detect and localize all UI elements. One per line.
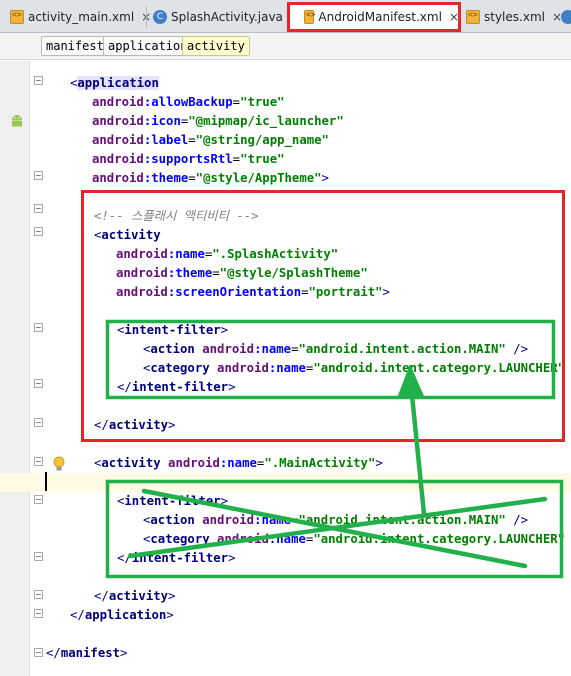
annotation-overlay [81, 2, 565, 579]
splash-activity-box [81, 190, 565, 442]
tab-highlight-box [287, 2, 461, 32]
arrow-head [397, 364, 424, 398]
move-arrow [409, 392, 427, 517]
new-intent-filter-box [105, 319, 556, 400]
cross-out-line [127, 496, 548, 559]
